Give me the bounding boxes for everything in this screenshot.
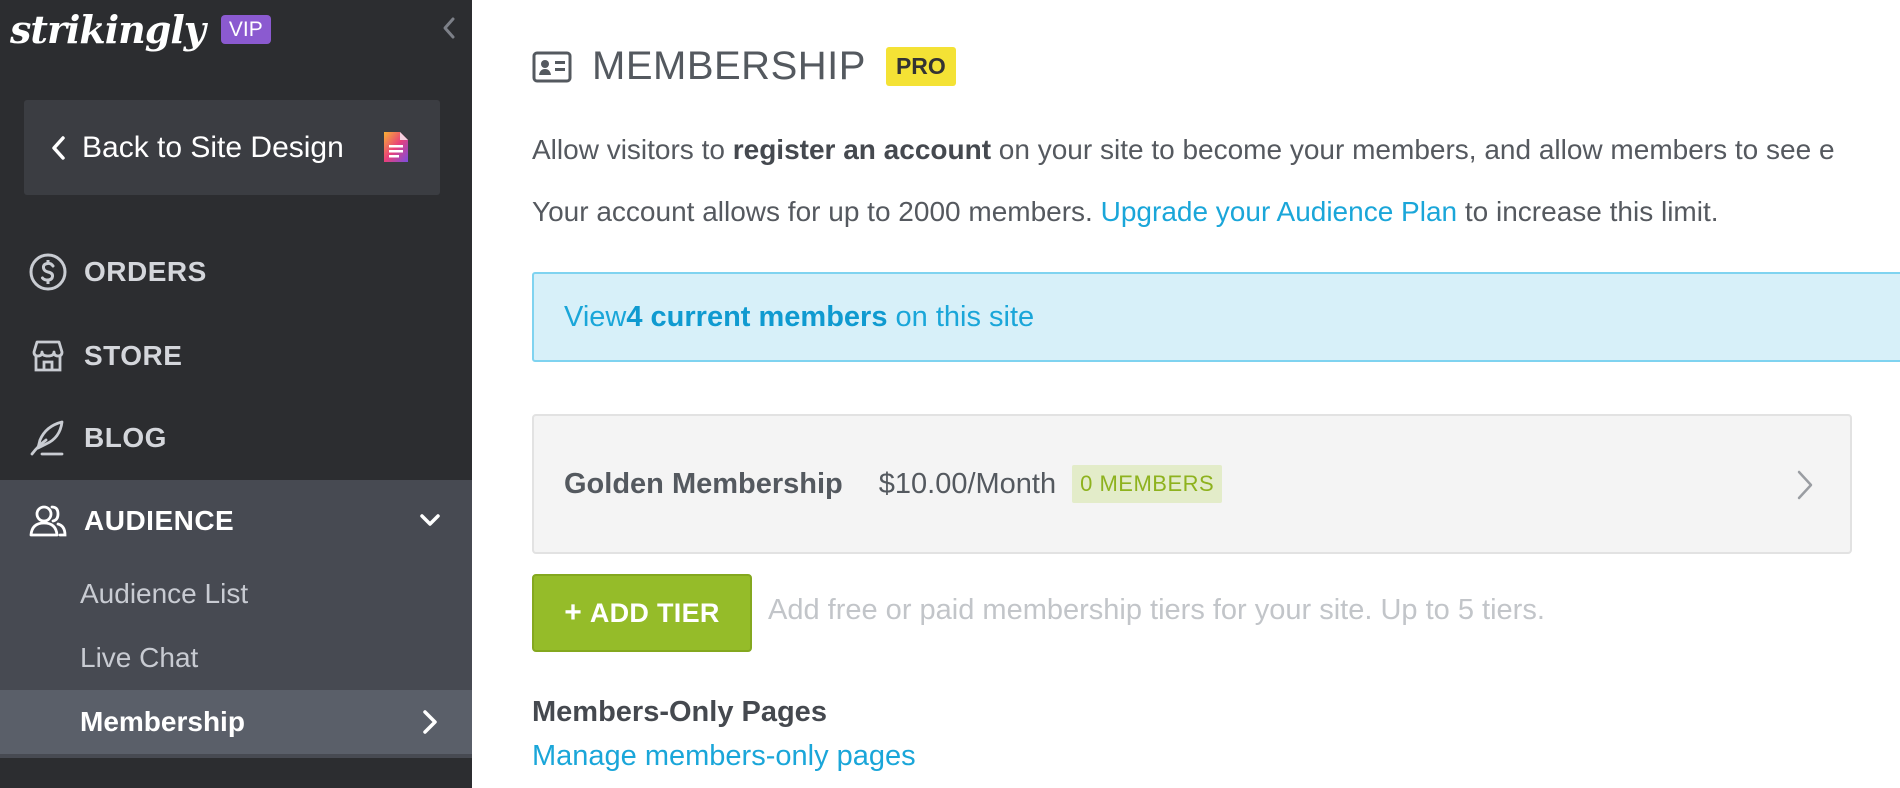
upgrade-audience-plan-link[interactable]: Upgrade your Audience Plan	[1101, 196, 1457, 227]
logo-row: strikingly VIP	[10, 4, 271, 54]
desc-bold: register an account	[732, 134, 992, 165]
banner-text: View	[564, 300, 627, 333]
quill-icon	[30, 420, 64, 456]
membership-tier-card[interactable]: Golden Membership $10.00/Month 0 MEMBERS	[532, 414, 1852, 554]
subnav-audience-list[interactable]: Audience List	[0, 562, 472, 626]
manage-members-only-pages-link[interactable]: Manage members-only pages	[532, 740, 916, 773]
add-tier-hint: Add free or paid membership tiers for yo…	[768, 594, 1545, 626]
dollar-circle-icon	[29, 253, 67, 291]
pro-badge: PRO	[885, 47, 956, 86]
audience-subnav: Audience List Live Chat Membership	[0, 562, 472, 758]
back-to-site-design-button[interactable]: Back to Site Design	[24, 100, 440, 195]
member-limit-text: Your account allows for up to 2000 membe…	[532, 196, 1719, 228]
nav-orders-label: ORDERS	[84, 256, 207, 287]
sidebar: strikingly VIP Back to Site Design ORDER…	[0, 0, 472, 788]
document-icon	[384, 132, 408, 162]
members-only-pages-heading: Members-Only Pages	[532, 696, 827, 728]
main-content: MEMBERSHIP PRO Allow visitors to registe…	[472, 0, 1900, 788]
subnav-label: Audience List	[80, 578, 249, 609]
plus-icon: +	[564, 596, 582, 629]
current-members-count: 4 current members	[626, 300, 888, 333]
storefront-icon	[32, 340, 64, 372]
nav-orders[interactable]: ORDERS	[0, 232, 472, 312]
nav-blog[interactable]: BLOG	[0, 398, 472, 478]
banner-text: on this site	[887, 300, 1035, 333]
nav-audience[interactable]: AUDIENCE	[0, 480, 472, 562]
membership-description: Allow visitors to register an account on…	[532, 134, 1835, 166]
desc-text: on your site to become your members, and…	[991, 134, 1835, 165]
back-label: Back to Site Design	[82, 130, 344, 164]
subnav-live-chat[interactable]: Live Chat	[0, 626, 472, 690]
limit-text: Your account allows for up to 2000 membe…	[532, 196, 1101, 227]
nav-store[interactable]: STORE	[0, 316, 472, 396]
collapse-sidebar-icon[interactable]	[438, 14, 460, 42]
nav-audience-label: AUDIENCE	[84, 505, 235, 536]
chevron-left-icon	[52, 135, 65, 160]
nav-store-label: STORE	[84, 340, 183, 371]
subnav-membership[interactable]: Membership	[0, 690, 472, 754]
chevron-down-icon	[420, 514, 440, 526]
strikingly-logo[interactable]: strikingly	[10, 7, 206, 52]
chevron-right-icon	[423, 710, 437, 734]
users-icon	[29, 505, 67, 537]
add-tier-label: ADD TIER	[589, 597, 720, 628]
page-title: MEMBERSHIP	[592, 44, 866, 88]
subnav-label: Live Chat	[80, 642, 199, 673]
view-members-banner[interactable]: View 4 current members on this site	[532, 272, 1900, 362]
tier-name: Golden Membership	[564, 467, 843, 500]
limit-text: to increase this limit.	[1457, 196, 1719, 227]
subnav-label: Membership	[80, 706, 245, 737]
tier-price: $10.00/Month	[878, 467, 1057, 500]
tier-members-badge: 0 MEMBERS	[1072, 465, 1223, 503]
chevron-right-icon	[1797, 470, 1813, 500]
add-tier-button[interactable]: + ADD TIER	[532, 574, 752, 652]
id-card-icon	[532, 51, 572, 82]
nav-blog-label: BLOG	[84, 422, 167, 453]
desc-text: Allow visitors to	[532, 134, 733, 165]
title-row: MEMBERSHIP PRO	[532, 44, 956, 89]
vip-badge: VIP	[220, 14, 271, 44]
